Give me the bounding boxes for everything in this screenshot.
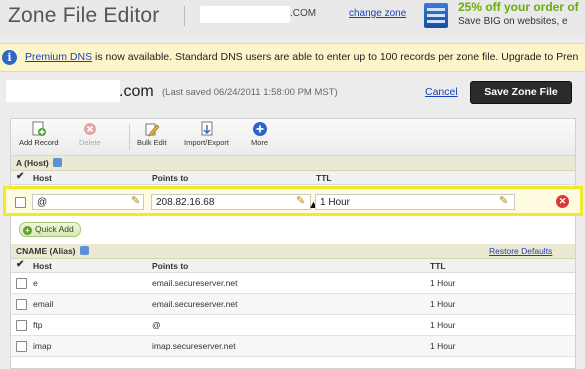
select-all-checkmark-icon[interactable]: ✔ [16, 259, 24, 270]
bulk-edit-button[interactable]: Bulk Edit [137, 121, 167, 147]
a-host-column-header: ✔ Host Points to TTL [11, 171, 575, 185]
select-all-checkmark-icon[interactable]: ✔ [16, 171, 24, 182]
row-host: e [33, 278, 38, 288]
edit-host-pencil-icon[interactable]: ✎ [131, 194, 140, 207]
row-points-to: email.secureserver.net [152, 278, 238, 288]
import-export-label: Import/Export [184, 138, 230, 147]
notice-bar: i Premium DNS is now available. Standard… [0, 43, 585, 72]
row-ttl: 1 Hour [430, 299, 456, 309]
ttl-field[interactable]: 1 Hour [315, 194, 515, 210]
premium-dns-link[interactable]: Premium DNS [25, 51, 92, 63]
col-ttl: TTL [430, 261, 446, 271]
row-ttl: 1 Hour [430, 341, 456, 351]
row-checkbox[interactable] [16, 341, 27, 352]
delete-x-icon[interactable]: ✕ [556, 195, 569, 208]
cname-section-header: CNAME (Alias) Restore Defaults [11, 244, 575, 259]
cname-column-header: ✔ Host Points to TTL [11, 259, 575, 273]
cancel-link[interactable]: Cancel [425, 86, 458, 98]
table-row[interactable]: imap imap.secureserver.net 1 Hour [11, 336, 575, 357]
col-points-to: Points to [152, 173, 189, 183]
points-to-field[interactable]: 208.82.16.68 [151, 194, 311, 210]
table-row[interactable]: e email.secureserver.net 1 Hour [11, 273, 575, 294]
page-header: Zone File Editor .COM change zone 25% of… [0, 0, 585, 36]
bulk-edit-icon [145, 123, 160, 137]
quick-add-button[interactable]: + Quick Add [19, 222, 81, 237]
a-host-section-header: A (Host) [11, 156, 575, 171]
col-host: Host [33, 173, 52, 183]
row-host: imap [33, 341, 52, 351]
col-host: Host [33, 261, 52, 271]
zone-records-panel: Add Record Delete Bulk Edit Import/Expor… [3, 118, 583, 369]
promo-icon[interactable] [424, 3, 448, 28]
domain-suffix: .COM [290, 8, 317, 19]
restore-defaults-link[interactable]: Restore Defaults [489, 246, 552, 256]
col-ttl: TTL [316, 173, 332, 183]
page-title: Zone File Editor [8, 4, 160, 27]
delete-button[interactable]: Delete [79, 121, 101, 147]
change-zone-link[interactable]: change zone [349, 8, 406, 19]
notice-message: is now available. Standard DNS users are… [92, 51, 579, 63]
table-row[interactable]: email email.secureserver.net 1 Hour [11, 294, 575, 315]
table-row[interactable]: ftp @ 1 Hour [11, 315, 575, 336]
add-record-icon [32, 121, 46, 136]
bulk-edit-label: Bulk Edit [137, 138, 167, 147]
add-record-button[interactable]: Add Record [19, 121, 59, 147]
promo-subline[interactable]: Save BIG on websites, e [458, 16, 568, 27]
a-record-edit-row: @ ✎ 208.82.16.68 ✎ ▲ 1 Hour ✎ ✕ [3, 186, 583, 216]
edit-ttl-pencil-icon[interactable]: ✎ [499, 194, 508, 207]
plus-icon: + [23, 226, 32, 235]
row-points-to: @ [152, 320, 161, 330]
cname-title: CNAME (Alias) [16, 246, 76, 256]
domain-name-suffix: .com [119, 83, 154, 100]
more-button[interactable]: More [251, 121, 268, 147]
promo-headline[interactable]: 25% off your order of [458, 0, 579, 14]
row-checkbox[interactable] [16, 320, 27, 331]
col-points-to: Points to [152, 261, 189, 271]
import-export-button[interactable]: Import/Export [184, 121, 229, 147]
redacted-domain [200, 6, 290, 23]
row-ttl: 1 Hour [430, 320, 456, 330]
quick-add-label: Quick Add [35, 224, 74, 234]
row-checkbox[interactable] [16, 299, 27, 310]
import-export-icon [201, 121, 212, 136]
row-points-to: email.secureserver.net [152, 299, 238, 309]
row-ttl: 1 Hour [430, 278, 456, 288]
toolbar-divider [129, 124, 130, 150]
add-record-label: Add Record [19, 138, 59, 147]
edit-points-to-pencil-icon[interactable]: ✎ [296, 194, 305, 207]
redacted-domain-name [6, 80, 120, 102]
row-host: ftp [33, 320, 43, 330]
row-points-to: imap.secureserver.net [152, 341, 236, 351]
save-zone-file-button[interactable]: Save Zone File [470, 81, 572, 104]
help-icon[interactable] [79, 246, 89, 255]
row-host: email [33, 299, 54, 309]
more-label: More [251, 138, 269, 147]
a-host-title: A (Host) [16, 158, 49, 168]
help-icon[interactable] [52, 158, 62, 167]
row-checkbox[interactable] [15, 197, 26, 208]
more-icon [252, 122, 267, 136]
header-divider [184, 6, 185, 26]
delete-label: Delete [79, 138, 101, 147]
records-toolbar: Add Record Delete Bulk Edit Import/Expor… [11, 119, 575, 156]
last-saved-text: (Last saved 06/24/2011 1:58:00 PM MST) [162, 87, 338, 98]
delete-icon [83, 123, 96, 135]
notice-text: Premium DNS is now available. Standard D… [25, 51, 578, 63]
row-checkbox[interactable] [16, 278, 27, 289]
info-icon: i [2, 50, 17, 65]
host-field[interactable]: @ [32, 194, 144, 210]
